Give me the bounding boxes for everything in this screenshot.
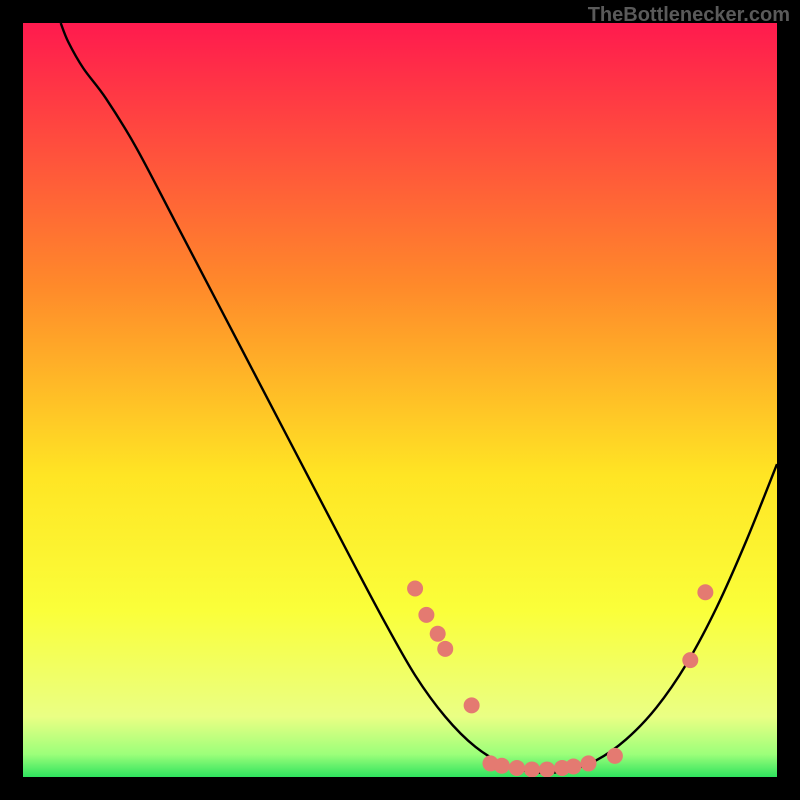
data-marker [494, 758, 510, 774]
data-marker [565, 758, 581, 774]
data-marker [697, 584, 713, 600]
data-marker [407, 581, 423, 597]
watermark-text: TheBottlenecker.com [588, 4, 790, 27]
data-marker [430, 626, 446, 642]
chart-plot-area [23, 23, 777, 777]
chart-svg [23, 23, 777, 777]
gradient-background [23, 23, 777, 777]
data-marker [539, 761, 555, 777]
data-marker [524, 761, 540, 777]
data-marker [509, 760, 525, 776]
data-marker [682, 652, 698, 668]
data-marker [581, 755, 597, 771]
data-marker [437, 641, 453, 657]
data-marker [464, 697, 480, 713]
data-marker [418, 607, 434, 623]
data-marker [607, 748, 623, 764]
